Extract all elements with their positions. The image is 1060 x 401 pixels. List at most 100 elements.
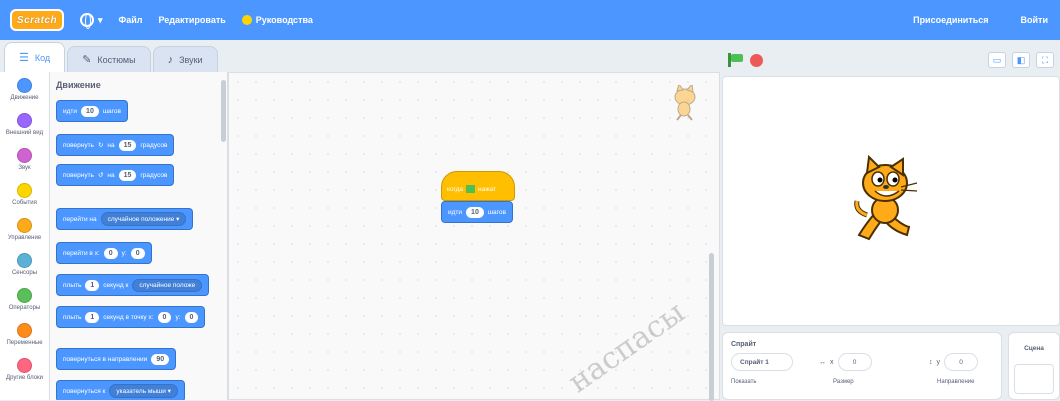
green-flag-button[interactable] bbox=[728, 53, 744, 67]
palette-title: Движение bbox=[56, 80, 101, 90]
x-coordinate: ↔ x 0 bbox=[819, 353, 872, 371]
join-link[interactable]: Присоединиться bbox=[913, 15, 988, 25]
green-flag-icon bbox=[466, 185, 476, 193]
category-sensing[interactable]: Сенсоры bbox=[0, 247, 49, 282]
script-area[interactable]: когда нажат идти 10 шагов bbox=[228, 72, 720, 401]
turn-right-block[interactable]: повернуть ↻ на 15 градусов bbox=[56, 134, 175, 156]
block-text: идти bbox=[63, 107, 78, 115]
y-coordinate: ↕ y 0 bbox=[929, 353, 978, 371]
category-label: Другие блоки bbox=[6, 374, 43, 381]
block-text: шагов bbox=[487, 208, 506, 216]
block-text: шагов bbox=[102, 107, 121, 115]
tab-code[interactable]: ☰ Код bbox=[4, 42, 66, 72]
caret-down-icon: ▾ bbox=[98, 14, 103, 25]
category-label: Сенсоры bbox=[11, 269, 38, 276]
steps-input[interactable]: 10 bbox=[81, 105, 99, 117]
category-sound[interactable]: Звук bbox=[0, 142, 49, 177]
category-label: События bbox=[12, 199, 37, 206]
tutorials-label: Руководства bbox=[255, 15, 313, 25]
y-input[interactable]: 0 bbox=[130, 247, 145, 259]
scratch-logo[interactable]: Scratch bbox=[10, 9, 64, 31]
category-dot-icon bbox=[17, 147, 32, 163]
when-flag-clicked-block[interactable]: когда нажат bbox=[441, 171, 515, 201]
speaker-icon: ♪ bbox=[167, 53, 174, 66]
edit-menu[interactable]: Редактировать bbox=[158, 15, 225, 25]
goto-block[interactable]: перейти на случайное положение ▾ bbox=[56, 208, 194, 230]
category-events[interactable]: События bbox=[0, 177, 49, 212]
sprite-name-input[interactable]: Спрайт 1 bbox=[731, 353, 793, 371]
degrees-input[interactable]: 15 bbox=[118, 169, 137, 181]
horizontal-arrows-icon: ↔ bbox=[819, 358, 826, 366]
script-move-block[interactable]: идти 10 шагов bbox=[441, 201, 513, 223]
tab-costumes[interactable]: ✎ Костюмы bbox=[67, 46, 151, 72]
category-variables[interactable]: Переменные bbox=[0, 317, 49, 352]
block-text: на bbox=[107, 171, 115, 179]
point-direction-block[interactable]: повернуться в направлении 90 bbox=[56, 348, 177, 370]
language-menu[interactable]: ▾ bbox=[80, 13, 103, 29]
file-menu[interactable]: Файл bbox=[119, 15, 143, 25]
large-stage-button[interactable]: ◧ bbox=[1012, 52, 1030, 68]
goto-target-dropdown[interactable]: случайное положение ▾ bbox=[100, 212, 187, 226]
tab-sounds[interactable]: ♪ Звуки bbox=[152, 46, 218, 72]
rotate-right-icon: ↻ bbox=[97, 142, 104, 149]
y-input[interactable]: 0 bbox=[184, 311, 199, 323]
glide-block[interactable]: плыть 1 секунд к случайное положе bbox=[56, 274, 210, 296]
block-text: перейти на bbox=[63, 215, 97, 223]
degrees-input[interactable]: 15 bbox=[118, 139, 137, 151]
x-input[interactable]: 0 bbox=[103, 247, 118, 259]
sprite-x-input[interactable]: 0 bbox=[837, 353, 872, 371]
steps-input[interactable]: 10 bbox=[466, 206, 484, 218]
category-dot-icon bbox=[17, 77, 32, 93]
seconds-input[interactable]: 1 bbox=[85, 279, 100, 291]
seconds-input[interactable]: 1 bbox=[85, 311, 100, 323]
sprite-y-input[interactable]: 0 bbox=[944, 353, 978, 371]
cat-sprite[interactable] bbox=[845, 155, 925, 243]
block-text: повернуть bbox=[63, 171, 94, 179]
tab-costumes-label: Костюмы bbox=[97, 54, 136, 65]
lightbulb-icon bbox=[241, 15, 252, 25]
block-text: градусов bbox=[140, 141, 168, 149]
stage[interactable] bbox=[722, 76, 1060, 326]
point-target-dropdown[interactable]: указатель мыши ▾ bbox=[109, 384, 178, 398]
y-label: y bbox=[936, 358, 941, 366]
move-steps-block[interactable]: идти 10 шагов bbox=[56, 100, 128, 122]
block-text: секунд к bbox=[103, 281, 129, 289]
block-text: секунд в точку x: bbox=[103, 313, 154, 321]
block-text: y: bbox=[121, 249, 127, 257]
stage-selector[interactable]: Сцена bbox=[1008, 332, 1060, 400]
tutorials-menu[interactable]: Руководства bbox=[241, 15, 313, 25]
block-text: плыть bbox=[63, 281, 82, 289]
category-dot-icon bbox=[17, 112, 32, 128]
category-control[interactable]: Управление bbox=[0, 212, 49, 247]
point-towards-block[interactable]: повернуться к указатель мыши ▾ bbox=[56, 380, 185, 400]
rotate-left-icon: ↺ bbox=[97, 172, 104, 179]
block-text: плыть bbox=[63, 313, 82, 321]
fullscreen-button[interactable]: ⛶ bbox=[1036, 52, 1054, 68]
category-dot-icon bbox=[17, 322, 32, 338]
stop-button[interactable] bbox=[750, 53, 763, 67]
x-input[interactable]: 0 bbox=[157, 311, 172, 323]
category-label: Переменные bbox=[6, 339, 43, 346]
editor-tabs: ☰ Код ✎ Костюмы ♪ Звуки bbox=[0, 40, 720, 72]
block-text: повернуться в направлении bbox=[63, 355, 148, 363]
turn-left-block[interactable]: повернуть ↺ на 15 градусов bbox=[56, 164, 175, 186]
tab-sounds-label: Звуки bbox=[179, 54, 203, 65]
category-motion[interactable]: Движение bbox=[0, 72, 49, 107]
size-label: Размер bbox=[833, 379, 854, 385]
small-stage-button[interactable]: ▭ bbox=[988, 52, 1006, 68]
category-dot-icon bbox=[17, 182, 32, 198]
signin-link[interactable]: Войти bbox=[1021, 15, 1048, 25]
goto-xy-block[interactable]: перейти в x: 0 y: 0 bbox=[56, 242, 152, 264]
category-my-blocks[interactable]: Другие блоки bbox=[0, 352, 49, 387]
script-scrollbar[interactable] bbox=[709, 253, 714, 401]
direction-input[interactable]: 90 bbox=[151, 353, 170, 365]
glide-target-dropdown[interactable]: случайное положе bbox=[132, 278, 203, 292]
code-icon: ☰ bbox=[19, 52, 29, 64]
palette-scrollbar[interactable] bbox=[221, 80, 226, 142]
brush-icon: ✎ bbox=[82, 54, 92, 66]
category-operators[interactable]: Операторы bbox=[0, 282, 49, 317]
glide-xy-block[interactable]: плыть 1 секунд в точку x: 0 y: 0 bbox=[56, 306, 206, 328]
backdrop-thumbnail[interactable] bbox=[1014, 364, 1054, 394]
category-looks[interactable]: Внешний вид bbox=[0, 107, 49, 142]
stage-header: ▭ ◧ ⛶ bbox=[722, 48, 1060, 72]
